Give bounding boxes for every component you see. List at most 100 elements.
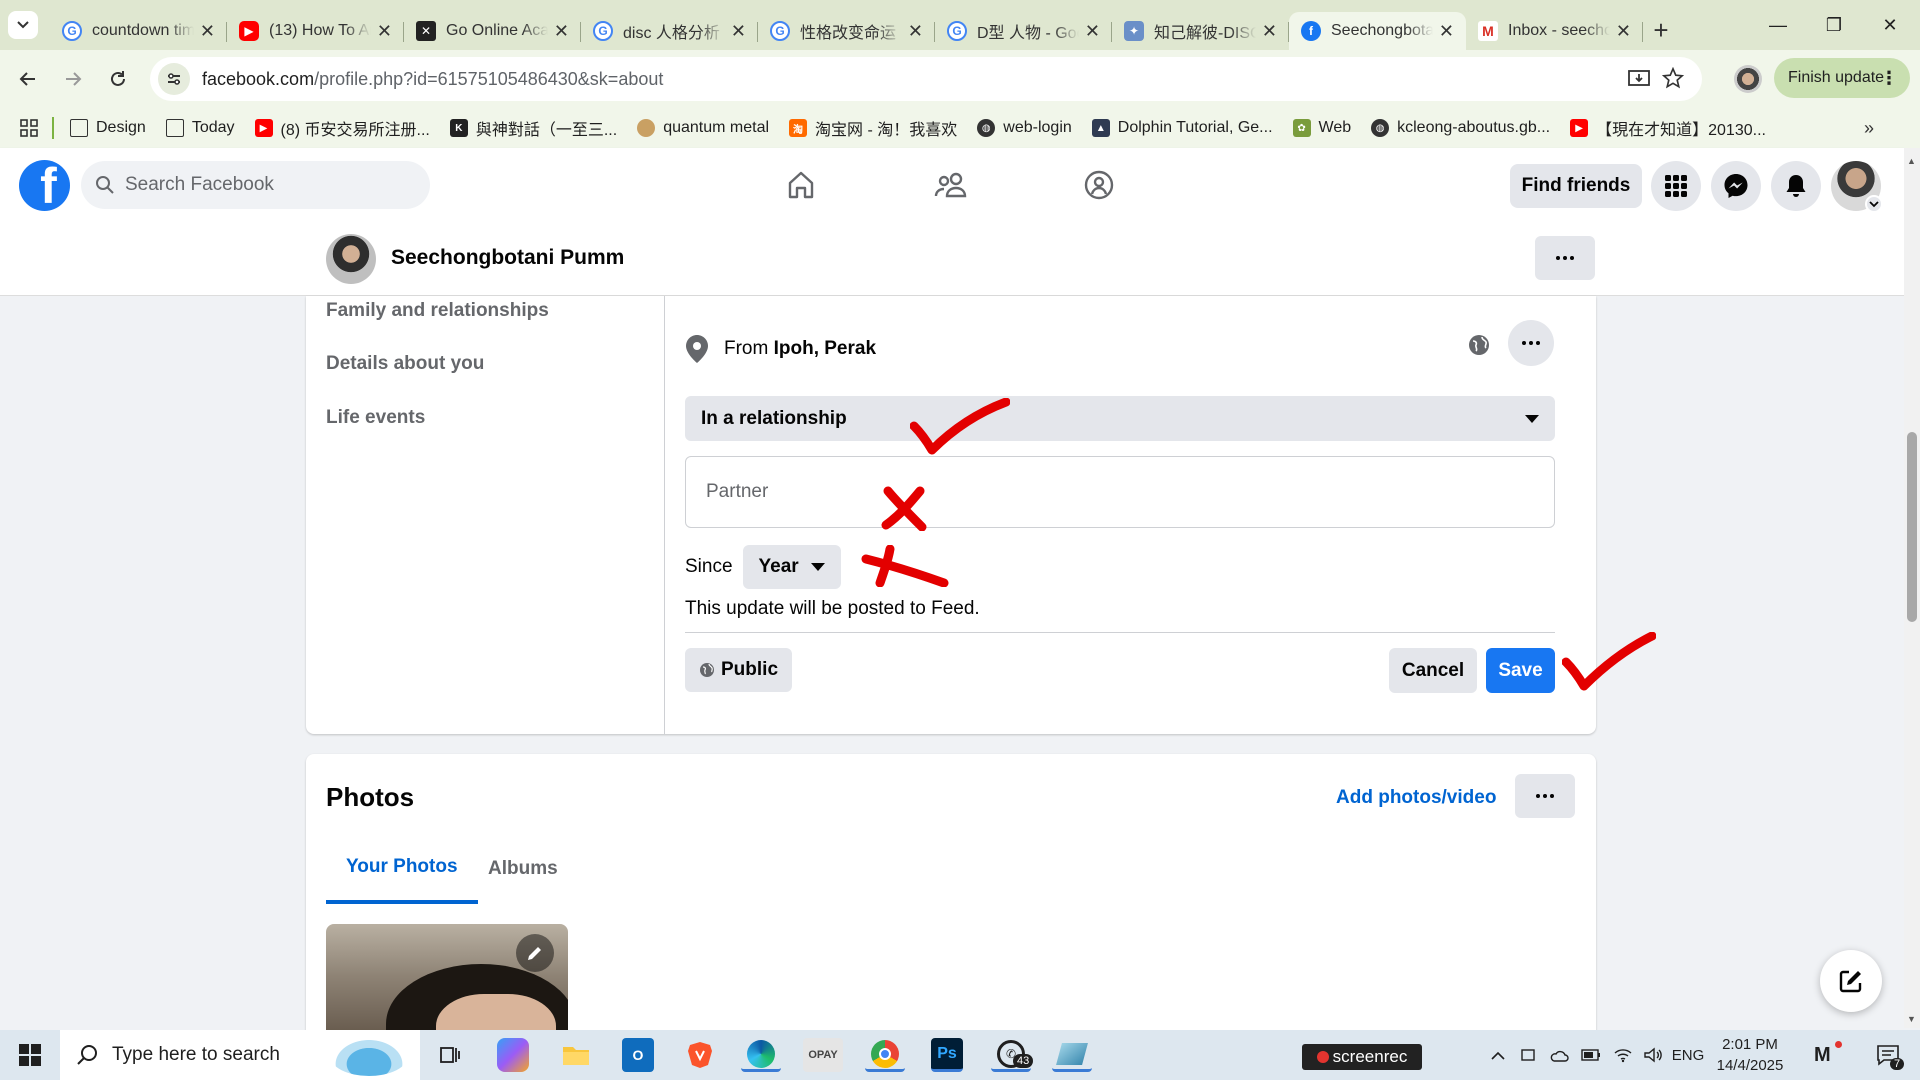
browser-tab[interactable]: G disc 人格分析 ✕ bbox=[581, 12, 758, 50]
messenger-button[interactable] bbox=[1711, 161, 1761, 211]
partner-input[interactable]: Partner bbox=[685, 456, 1555, 528]
reload-button[interactable] bbox=[100, 61, 136, 97]
bookmark-item[interactable]: ✿ Web bbox=[1292, 119, 1351, 137]
hometown-options-button[interactable] bbox=[1508, 320, 1554, 366]
finish-update-button[interactable]: Finish update ⋮ bbox=[1774, 58, 1910, 98]
start-button[interactable] bbox=[0, 1030, 60, 1080]
close-icon[interactable]: ✕ bbox=[1439, 21, 1454, 42]
install-app-icon[interactable] bbox=[1628, 69, 1650, 89]
close-icon[interactable]: ✕ bbox=[908, 21, 923, 42]
tab-your-photos[interactable]: Your Photos bbox=[326, 834, 478, 904]
screenrec-indicator[interactable]: screenrec bbox=[1302, 1044, 1422, 1070]
scrollbar-thumb[interactable] bbox=[1907, 432, 1917, 622]
close-icon[interactable]: ✕ bbox=[1085, 21, 1100, 42]
new-tab-button[interactable]: + bbox=[1643, 12, 1679, 48]
bookmark-item[interactable]: quantum metal bbox=[637, 119, 769, 137]
bookmark-item[interactable]: Design bbox=[70, 119, 146, 137]
back-button[interactable] bbox=[10, 61, 46, 97]
facebook-logo-icon[interactable]: f bbox=[19, 160, 70, 211]
bookmark-item[interactable]: ▲ Dolphin Tutorial, Ge... bbox=[1091, 119, 1273, 137]
address-bar[interactable]: facebook.com/profile.php?id=615751054864… bbox=[150, 57, 1702, 101]
input-language[interactable]: ENG bbox=[1668, 1030, 1708, 1080]
new-message-button[interactable] bbox=[1820, 950, 1882, 1012]
globe-icon[interactable] bbox=[1468, 334, 1490, 356]
sidebar-item-details[interactable]: Details about you bbox=[326, 353, 484, 375]
profile-more-button[interactable] bbox=[1535, 236, 1595, 280]
year-select[interactable]: Year bbox=[742, 545, 841, 589]
app-icon[interactable] bbox=[1052, 1038, 1092, 1072]
copilot-icon[interactable] bbox=[497, 1038, 529, 1072]
menu-button[interactable] bbox=[1651, 161, 1701, 211]
notifications-button[interactable] bbox=[1771, 161, 1821, 211]
browser-tab-active[interactable]: f Seechongbotani ✕ bbox=[1289, 12, 1466, 50]
taskbar-search-input[interactable]: Type here to search bbox=[60, 1030, 420, 1080]
edge-icon[interactable] bbox=[741, 1038, 781, 1072]
brave-icon[interactable] bbox=[680, 1038, 720, 1072]
browser-tab[interactable]: M Inbox - seechong ✕ bbox=[1466, 12, 1643, 50]
browser-tab[interactable]: ✕ Go Online Academy ✕ bbox=[404, 12, 581, 50]
gmail-tray-icon[interactable]: M bbox=[1810, 1030, 1842, 1080]
close-icon[interactable]: ✕ bbox=[731, 21, 746, 42]
bookmark-item[interactable]: ▶ 【現在才知道】20130... bbox=[1570, 116, 1766, 140]
show-hidden-icons-chevron-icon[interactable] bbox=[1486, 1030, 1510, 1080]
close-icon[interactable]: ✕ bbox=[1616, 21, 1631, 42]
volume-icon[interactable] bbox=[1640, 1030, 1666, 1080]
photoshop-icon[interactable]: Ps bbox=[931, 1038, 963, 1072]
meet-now-icon[interactable] bbox=[1516, 1030, 1540, 1080]
battery-icon[interactable] bbox=[1578, 1030, 1604, 1080]
chrome-icon[interactable] bbox=[865, 1038, 905, 1072]
browser-tab[interactable]: G 性格改变命运 ✕ bbox=[758, 12, 935, 50]
close-icon[interactable]: ✕ bbox=[377, 21, 392, 42]
profile-name[interactable]: Seechongbotani Pumm bbox=[391, 246, 624, 270]
task-view-icon[interactable] bbox=[430, 1038, 470, 1072]
browser-tab[interactable]: G D型 人物 - Google ✕ bbox=[935, 12, 1112, 50]
browser-profile-avatar[interactable] bbox=[1734, 65, 1762, 93]
bookmark-item[interactable]: ▶ (8) 币安交易所注册... bbox=[254, 116, 430, 140]
bookmark-star-icon[interactable] bbox=[1662, 67, 1684, 89]
wifi-icon[interactable] bbox=[1610, 1030, 1636, 1080]
find-friends-button[interactable]: Find friends bbox=[1510, 164, 1642, 208]
privacy-selector-button[interactable]: Public bbox=[685, 648, 793, 692]
browser-tab[interactable]: ▶ (13) How To Answer ✕ bbox=[227, 12, 404, 50]
onedrive-cloud-icon[interactable] bbox=[1546, 1030, 1572, 1080]
pencil-icon[interactable] bbox=[516, 934, 554, 972]
page-scrollbar[interactable]: ▲ ▼ bbox=[1904, 148, 1920, 1028]
file-explorer-icon[interactable] bbox=[556, 1038, 596, 1072]
save-button[interactable]: Save bbox=[1486, 648, 1555, 693]
photos-more-button[interactable] bbox=[1515, 774, 1575, 818]
opay-icon[interactable]: OPAY bbox=[803, 1038, 843, 1072]
close-icon[interactable]: ✕ bbox=[1262, 21, 1277, 42]
tab-search-button[interactable] bbox=[8, 11, 38, 39]
sidebar-item-life-events[interactable]: Life events bbox=[326, 407, 425, 429]
facebook-search-input[interactable]: Search Facebook bbox=[81, 161, 430, 209]
browser-tab[interactable]: G countdown timer ✕ bbox=[50, 12, 227, 50]
sidebar-item-family[interactable]: Family and relationships bbox=[326, 300, 549, 322]
close-icon[interactable]: ✕ bbox=[200, 21, 215, 42]
close-icon[interactable]: ✕ bbox=[554, 21, 569, 42]
more-bookmarks-icon[interactable]: » bbox=[1864, 118, 1874, 139]
add-photos-link[interactable]: Add photos/video bbox=[1336, 787, 1496, 809]
whatsapp-icon[interactable]: ✆ 43 bbox=[991, 1038, 1034, 1072]
relationship-status-select[interactable]: In a relationship bbox=[685, 396, 1555, 441]
profile-avatar[interactable] bbox=[326, 234, 376, 284]
account-avatar[interactable] bbox=[1831, 161, 1883, 213]
tab-albums[interactable]: Albums bbox=[468, 834, 578, 904]
groups-nav[interactable] bbox=[1076, 162, 1122, 208]
bookmark-item[interactable]: Today bbox=[165, 119, 235, 137]
forward-button[interactable] bbox=[55, 61, 91, 97]
outlook-icon[interactable]: O bbox=[622, 1038, 654, 1072]
restore-button[interactable]: ❐ bbox=[1806, 0, 1862, 50]
home-nav[interactable] bbox=[778, 162, 824, 208]
browser-tab[interactable]: ✦ 知己解彼-DISC ✕ bbox=[1112, 12, 1289, 50]
bookmark-item[interactable]: K 與神對話（一至三... bbox=[449, 116, 617, 140]
close-window-button[interactable]: ✕ bbox=[1862, 0, 1918, 50]
notification-center-button[interactable]: 7 bbox=[1868, 1030, 1908, 1080]
site-info-icon[interactable] bbox=[158, 63, 190, 95]
cancel-button[interactable]: Cancel bbox=[1389, 648, 1477, 693]
bookmark-item[interactable]: ◍ kcleong-aboutus.gb... bbox=[1371, 119, 1550, 137]
bookmark-item[interactable]: ◍ web-login bbox=[977, 119, 1072, 137]
taskbar-clock[interactable]: 2:01 PM 14/4/2025 bbox=[1710, 1034, 1790, 1076]
minimize-button[interactable]: — bbox=[1750, 0, 1806, 50]
friends-nav[interactable] bbox=[928, 162, 974, 208]
bookmark-item[interactable]: 淘淘宝网 - 淘！我喜欢 bbox=[789, 116, 957, 140]
